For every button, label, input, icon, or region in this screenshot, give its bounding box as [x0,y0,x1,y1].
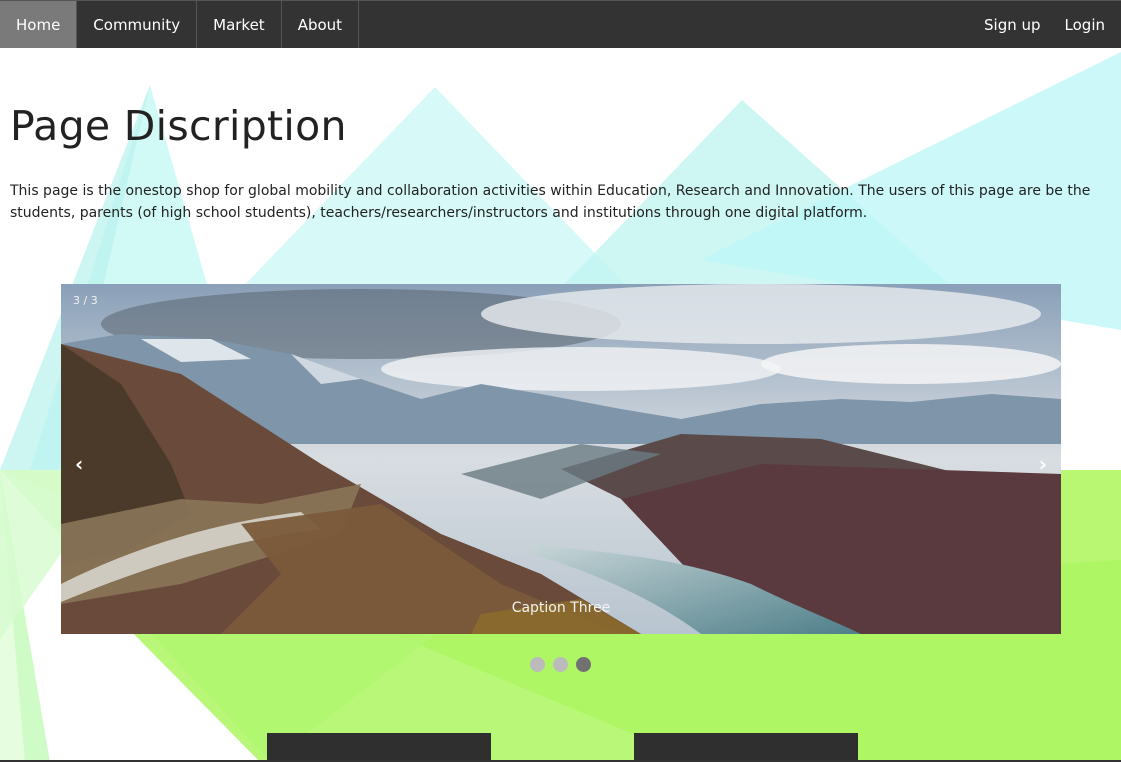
slide-caption: Caption Three [511,600,611,616]
slide-dot-3[interactable] [576,657,591,672]
nav-signup-link[interactable]: Sign up [984,1,1065,48]
main-content: Page Discription This page is the onesto… [10,70,1110,238]
image-slideshow: 3 / 3 Caption Three ‹ › [61,284,1061,634]
page-title: Page Discription [10,102,347,150]
nav-home-link[interactable]: Home [0,1,78,48]
page-description: This page is the onestop shop for global… [10,183,1091,221]
next-slide-button[interactable]: › [1039,452,1047,476]
slide-dot-2[interactable] [553,657,568,672]
nav-login-link[interactable]: Login [1065,1,1121,48]
nav-community-link[interactable]: Community [77,1,198,48]
nav-market-link[interactable]: Market [197,1,282,48]
previous-slide-button[interactable]: ‹ [75,452,83,476]
slide-dot-1[interactable] [530,657,545,672]
nav-about-link[interactable]: About [282,1,360,48]
slide-counter: 3 / 3 [73,294,98,307]
slide-image-mountain-landscape [61,284,1061,634]
slide-dots [530,657,591,672]
bottom-panel-left [267,733,491,762]
top-navigation-bar: Home Community Market About Sign up Logi… [0,0,1121,48]
bottom-panel-right [634,733,858,762]
